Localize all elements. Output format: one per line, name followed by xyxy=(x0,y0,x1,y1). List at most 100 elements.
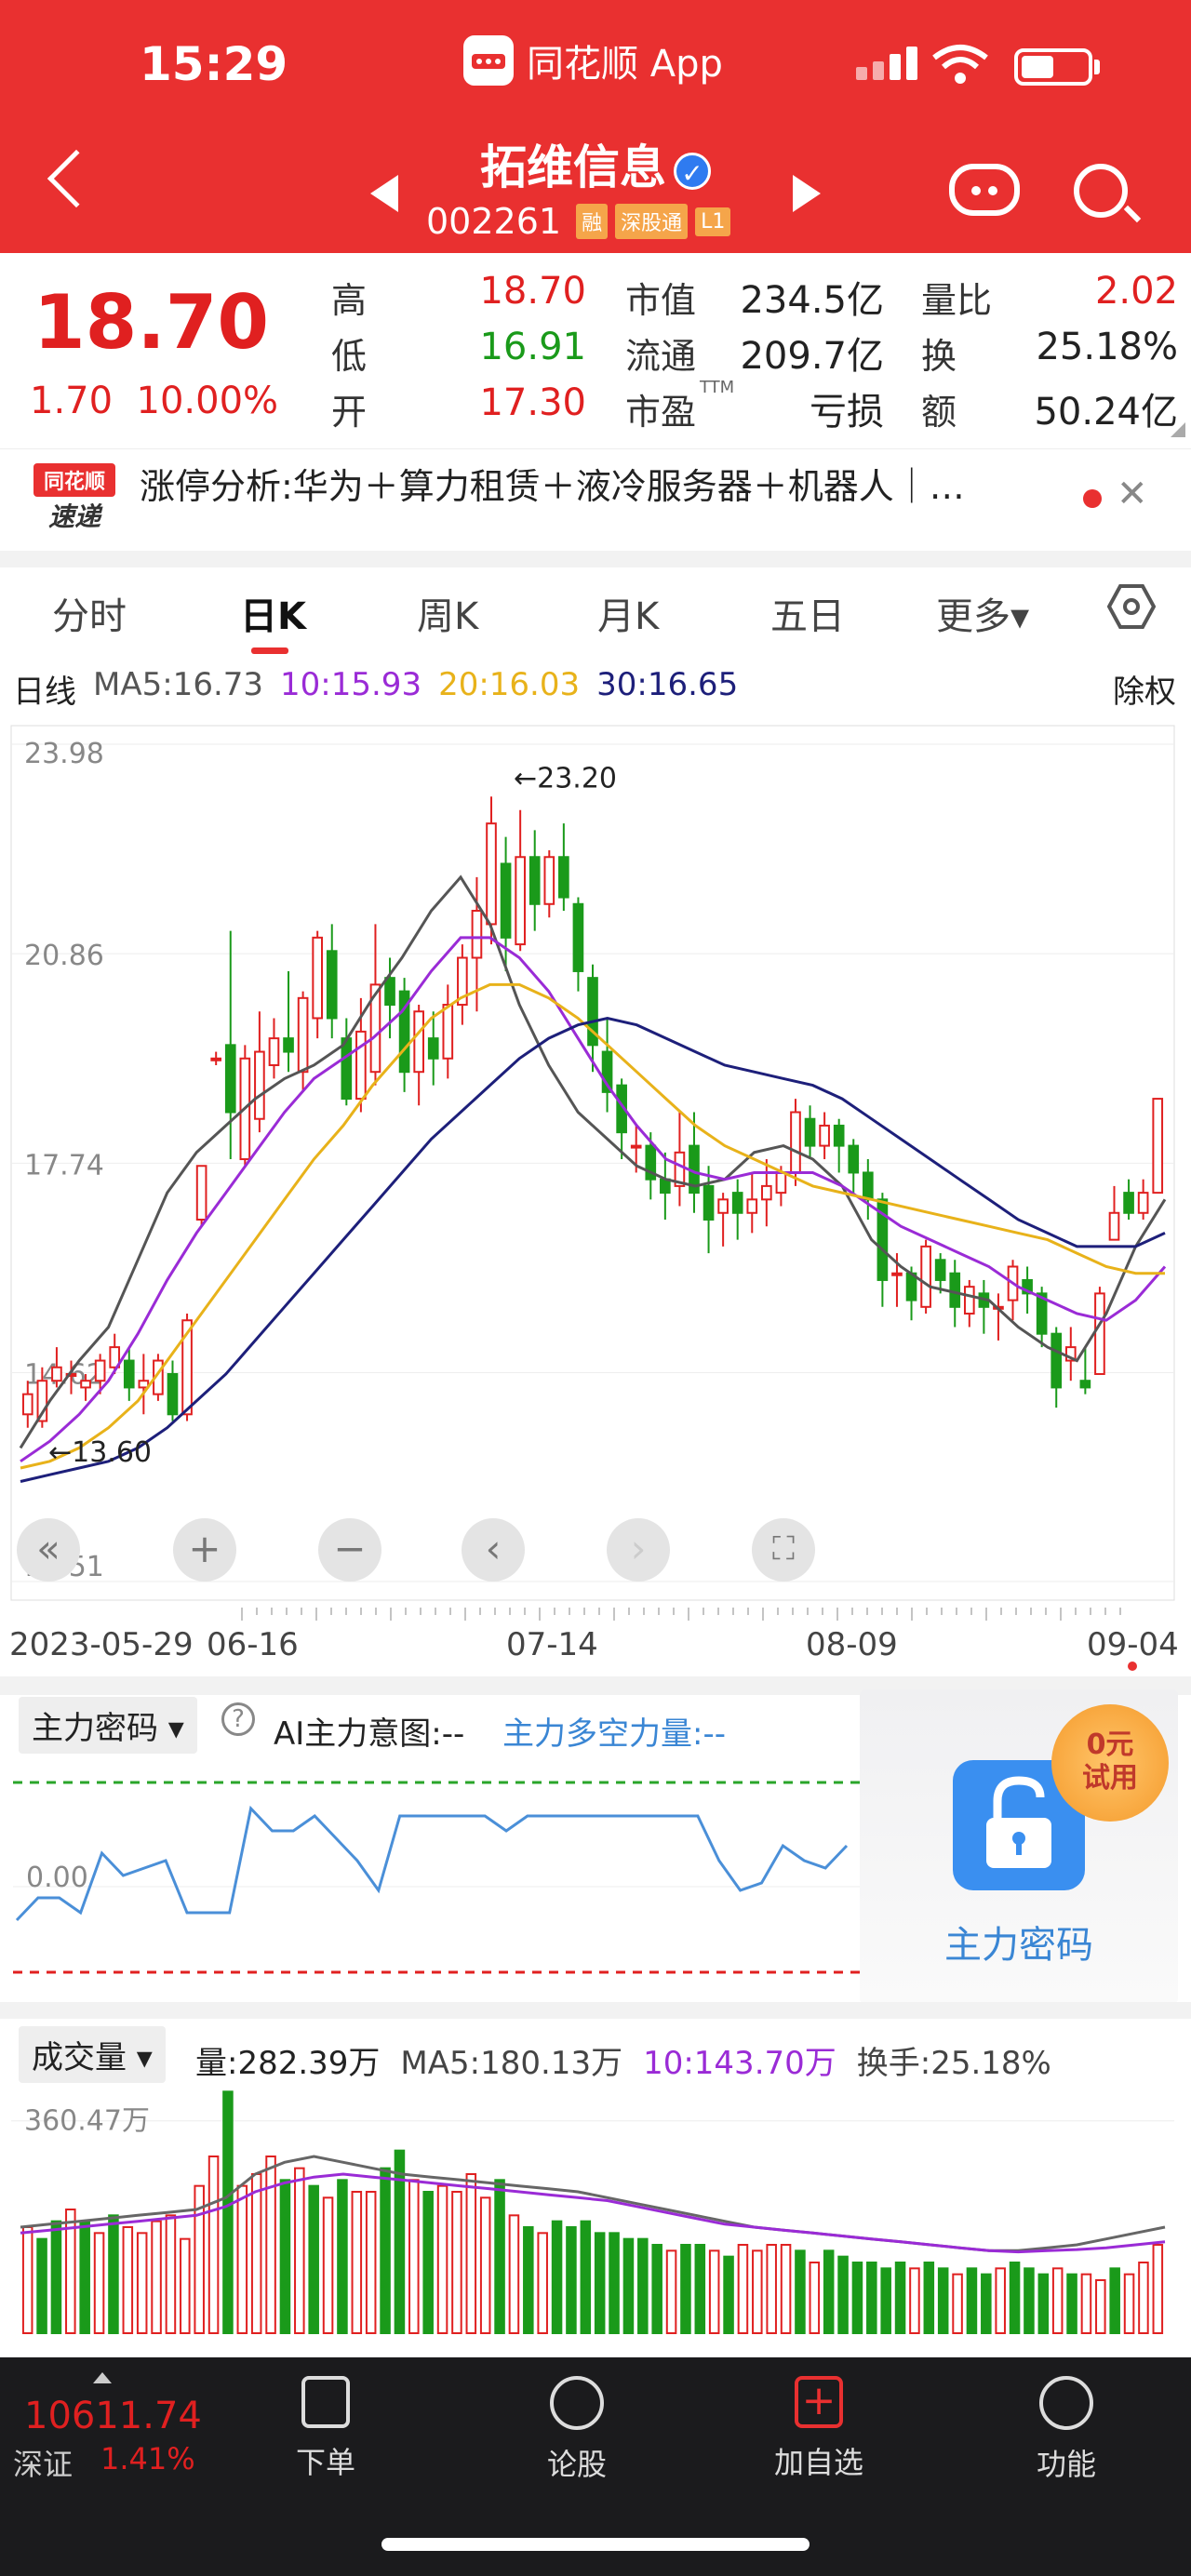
candle xyxy=(80,1380,91,1389)
candle xyxy=(1079,1380,1091,1389)
expand-corner-icon[interactable] xyxy=(1169,420,1187,439)
candle xyxy=(224,1044,236,1114)
volume-bar xyxy=(566,2226,577,2334)
candle xyxy=(486,822,497,926)
volume-bar xyxy=(1123,2273,1135,2335)
order-doc-icon xyxy=(301,2376,350,2428)
indicator-chart: 0.00 xyxy=(13,1781,860,1974)
nav-function[interactable]: 功能 xyxy=(992,2376,1141,2484)
prev-stock-button[interactable] xyxy=(370,175,398,212)
volume-bar xyxy=(981,2273,992,2335)
volume-bar xyxy=(279,2179,291,2335)
close-icon[interactable]: ✕ xyxy=(1117,473,1148,515)
free-trial-badge[interactable]: 0元 试用 xyxy=(1051,1704,1169,1822)
volume-select[interactable]: 成交量 ▾ xyxy=(19,2026,166,2083)
status-time: 15:29 xyxy=(140,37,288,91)
help-icon[interactable]: ? xyxy=(221,1702,255,1736)
candle xyxy=(761,1184,772,1201)
battery-icon xyxy=(1014,48,1092,86)
candle xyxy=(268,1037,280,1066)
volume-bar xyxy=(222,2090,234,2334)
volume-tick-label: 360.47万 xyxy=(24,2105,150,2138)
zoom-in-button[interactable]: + xyxy=(173,1518,236,1582)
volume-bar xyxy=(180,2237,191,2335)
candle xyxy=(529,856,541,905)
volume-bar xyxy=(36,2237,47,2335)
candle xyxy=(819,1124,830,1147)
candle xyxy=(862,1171,874,1201)
tab-monthly-k[interactable]: 月K xyxy=(597,586,659,640)
indicator-select[interactable]: 主力密码 ▾ xyxy=(19,1697,197,1754)
volume-bar xyxy=(952,2273,963,2335)
candle xyxy=(934,1259,946,1281)
candle xyxy=(427,1037,439,1060)
candle xyxy=(1152,1098,1164,1195)
candle xyxy=(94,1359,106,1382)
index-pct[interactable]: 1.41% xyxy=(100,2441,195,2476)
volume-bar xyxy=(494,2179,505,2335)
current-price: 18.70 xyxy=(33,279,270,366)
candle xyxy=(1094,1292,1105,1375)
high-label: 高 xyxy=(331,280,368,321)
volume-bar xyxy=(1095,2279,1106,2334)
candle xyxy=(775,1171,787,1195)
candle xyxy=(703,1184,715,1221)
volume-bar xyxy=(1037,2273,1050,2335)
index-value[interactable]: 10611.74 xyxy=(24,2395,202,2437)
candle xyxy=(1108,1211,1120,1241)
nav-discuss[interactable]: 论股 xyxy=(502,2376,651,2484)
volume-bar xyxy=(766,2244,777,2334)
open-value: 17.30 xyxy=(479,381,586,424)
zero-label: 0.00 xyxy=(26,1862,88,1894)
nav-order[interactable]: 下单 xyxy=(251,2376,400,2482)
tab-weekly-k[interactable]: 周K xyxy=(417,586,478,640)
power-label: 主力多空力量:-- xyxy=(502,1715,726,1753)
nav-function-label: 功能 xyxy=(1036,2447,1096,2482)
volume-bar xyxy=(408,2179,420,2335)
candle xyxy=(848,1144,860,1174)
kline-chart[interactable]: 23.9820.8617.7414.6211.51←23.20←13.60 xyxy=(0,707,1191,1675)
search-icon[interactable] xyxy=(1074,164,1128,218)
tab-daily-k[interactable]: 日K xyxy=(240,586,306,640)
news-text[interactable]: 涨停分析:华为＋算力租赁＋液冷服务器＋机器人｜… xyxy=(140,463,1051,510)
fullscreen-button[interactable]: ⛶ xyxy=(752,1518,815,1582)
volume-bar xyxy=(1051,2267,1064,2334)
next-stock-button[interactable] xyxy=(793,175,821,212)
robot-assistant-icon[interactable] xyxy=(949,164,1020,216)
ma30-value: 30:16.65 xyxy=(596,666,739,703)
ma-legend: 日线 MA5:16.73 10:15.93 20:16.03 30:16.65 xyxy=(13,666,738,712)
candle xyxy=(355,1030,367,1101)
volume-bar xyxy=(250,2173,262,2334)
volume-bar xyxy=(923,2262,935,2334)
ma5-value: MA5:16.73 xyxy=(93,666,264,703)
stock-name: 拓维信息 xyxy=(480,140,666,194)
tab-more[interactable]: 更多▾ xyxy=(936,586,1029,640)
rewind-button[interactable]: « xyxy=(17,1518,80,1582)
candle xyxy=(341,1037,353,1101)
lock-label[interactable]: 主力密码 xyxy=(860,1915,1178,1969)
volume-bar xyxy=(50,2220,62,2335)
volume-ma-ma5 xyxy=(20,2155,1166,2252)
news-dot xyxy=(1083,489,1102,508)
extreme-annotation: ←23.20 xyxy=(514,762,617,794)
candle xyxy=(963,1286,975,1315)
candle xyxy=(167,1372,179,1416)
nav-add-watchlist[interactable]: + 加自选 xyxy=(744,2376,893,2482)
settings-hex-icon[interactable] xyxy=(1107,582,1156,631)
volume-bar xyxy=(479,2196,491,2334)
volume-bar xyxy=(752,2249,763,2334)
volume-chart: 360.47万 xyxy=(11,2090,1174,2335)
tab-five-day[interactable]: 五日 xyxy=(770,586,845,640)
volume-bar xyxy=(93,2232,105,2334)
date-tick: 08-09 xyxy=(806,1626,898,1663)
scroll-right-button[interactable]: › xyxy=(607,1518,670,1582)
volume-bar xyxy=(422,2191,434,2334)
scroll-left-button[interactable]: ‹ xyxy=(462,1518,525,1582)
tab-intraday[interactable]: 分时 xyxy=(52,586,127,640)
volume-bar xyxy=(637,2237,649,2335)
adjust-button[interactable]: 除权 xyxy=(1113,666,1176,712)
menu-icon xyxy=(1039,2376,1093,2430)
candle xyxy=(660,1178,671,1195)
zoom-out-button[interactable]: − xyxy=(318,1518,381,1582)
index-name[interactable]: 深证 xyxy=(13,2441,73,2484)
